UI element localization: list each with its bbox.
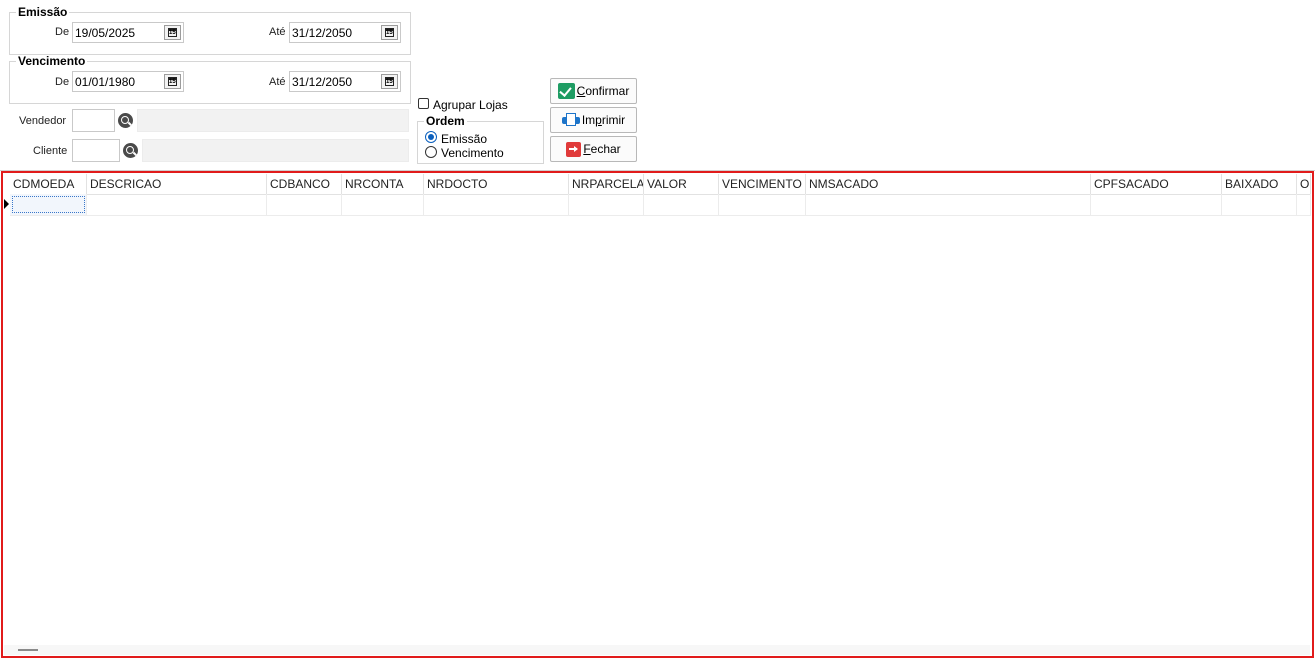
vendedor-label: Vendedor <box>19 115 67 127</box>
ordem-title: Ordem <box>424 114 467 128</box>
exit-icon <box>566 141 582 157</box>
table-cell[interactable] <box>644 194 719 215</box>
confirmar-label: Confirmar <box>576 84 630 98</box>
col-header-nrparcela[interactable]: NRPARCELA <box>569 174 644 194</box>
table-cell-selected[interactable] <box>10 194 87 215</box>
table-cell[interactable] <box>1222 194 1297 215</box>
vendedor-code-input[interactable] <box>72 109 115 132</box>
agrupar-lojas-label[interactable]: Agrupar Lojas <box>433 98 508 112</box>
vencimento-ate-date-field[interactable]: 15 <box>289 71 401 92</box>
col-header-nrdocto[interactable]: NRDOCTO <box>424 174 569 194</box>
table-cell[interactable] <box>87 194 267 215</box>
imprimir-label: Imprimir <box>581 113 626 127</box>
printer-icon <box>561 113 580 127</box>
vencimento-title: Vencimento <box>16 54 88 68</box>
vendedor-name-field <box>137 109 409 132</box>
emissao-de-date-field[interactable]: 15 <box>72 22 184 43</box>
table-cell[interactable] <box>267 194 342 215</box>
results-grid[interactable] <box>1 171 1314 658</box>
col-header-cdbanco[interactable]: CDBANCO <box>267 174 342 194</box>
fechar-label: Fechar <box>583 142 621 156</box>
calendar-icon[interactable]: 15 <box>164 74 181 89</box>
table-cell[interactable] <box>569 194 644 215</box>
col-header-nmsacado[interactable]: NMSACADO <box>806 174 1091 194</box>
emissao-title: Emissão <box>16 5 70 19</box>
ordem-emissao-label[interactable]: Emissão <box>441 132 487 146</box>
emissao-ate-label: Até <box>269 26 286 38</box>
table-cell[interactable] <box>719 194 806 215</box>
fechar-button[interactable]: Fechar <box>550 136 637 162</box>
col-header-nrconta[interactable]: NRCONTA <box>342 174 424 194</box>
ordem-vencimento-label[interactable]: Vencimento <box>441 146 504 160</box>
vencimento-de-date-field[interactable]: 15 <box>72 71 184 92</box>
table-cell[interactable] <box>1297 194 1311 215</box>
ordem-vencimento-radio[interactable] <box>425 146 437 158</box>
col-header-descricao[interactable]: DESCRICAO <box>87 174 267 194</box>
cliente-search-icon[interactable] <box>123 143 138 158</box>
confirmar-button[interactable]: Confirmar <box>550 78 637 104</box>
calendar-icon[interactable]: 15 <box>381 74 398 89</box>
imprimir-button[interactable]: Imprimir <box>550 107 637 133</box>
col-header-cpfsacado[interactable]: CPFSACADO <box>1091 174 1222 194</box>
emissao-ate-input[interactable] <box>290 23 378 42</box>
vencimento-ate-label: Até <box>269 76 286 88</box>
vencimento-ate-input[interactable] <box>290 72 378 91</box>
calendar-icon[interactable]: 15 <box>164 25 181 40</box>
vendedor-search-icon[interactable] <box>118 113 133 128</box>
agrupar-lojas-checkbox[interactable] <box>418 98 429 109</box>
vencimento-de-input[interactable] <box>73 72 161 91</box>
grid-header: CDMOEDA DESCRICAO CDBANCO NRCONTA NRDOCT… <box>10 174 1311 195</box>
col-header-os[interactable]: OS <box>1297 174 1311 194</box>
col-header-vencimento[interactable]: VENCIMENTO <box>719 174 806 194</box>
col-header-valor[interactable]: VALOR <box>644 174 719 194</box>
scrollbar-thumb[interactable] <box>18 649 38 651</box>
table-cell[interactable] <box>1091 194 1222 215</box>
horizontal-scrollbar[interactable] <box>4 645 1310 655</box>
table-cell[interactable] <box>806 194 1091 215</box>
vencimento-de-label: De <box>55 76 70 88</box>
ordem-emissao-radio[interactable] <box>425 131 437 143</box>
calendar-icon[interactable]: 15 <box>381 25 398 40</box>
col-header-baixado[interactable]: BAIXADO <box>1222 174 1297 194</box>
col-header-cdmoeda[interactable]: CDMOEDA <box>10 174 87 194</box>
cliente-code-input[interactable] <box>72 139 120 162</box>
emissao-de-input[interactable] <box>73 23 161 42</box>
cliente-label: Cliente <box>33 145 68 157</box>
table-row[interactable] <box>10 194 1311 216</box>
check-icon <box>557 83 575 99</box>
table-cell[interactable] <box>342 194 424 215</box>
emissao-ate-date-field[interactable]: 15 <box>289 22 401 43</box>
row-indicator-icon <box>4 199 9 209</box>
cliente-name-field <box>142 139 409 162</box>
emissao-de-label: De <box>55 26 70 38</box>
table-cell[interactable] <box>424 194 569 215</box>
